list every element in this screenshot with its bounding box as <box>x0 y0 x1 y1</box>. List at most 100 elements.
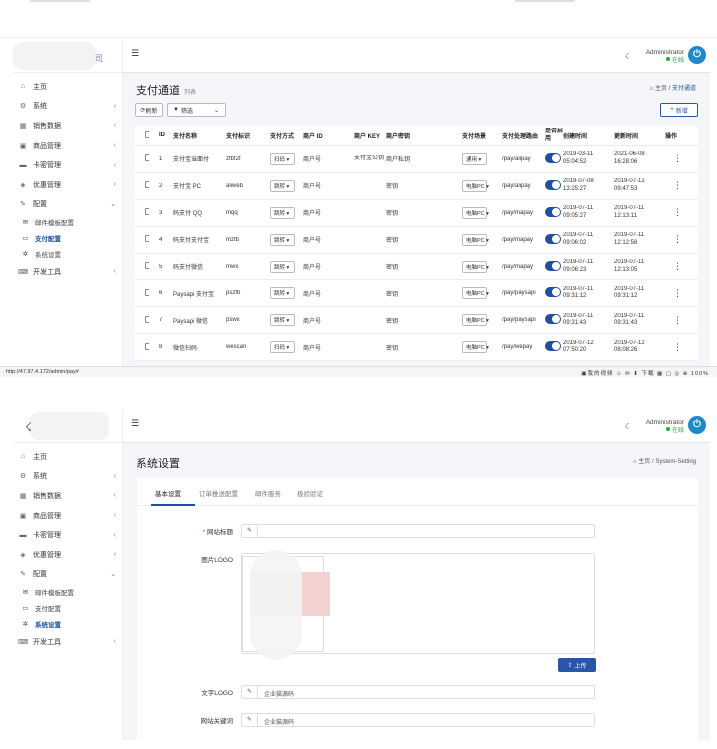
refresh-button[interactable]: ⟳ 刷新 <box>135 103 163 117</box>
row-checkbox[interactable] <box>145 181 149 189</box>
row-scene-select[interactable]: 电脑PC ▾ <box>462 314 489 327</box>
row-enabled-toggle[interactable] <box>545 341 561 352</box>
row-scene-select[interactable]: 电脑PC ▾ <box>462 233 489 246</box>
sidebar-subitem[interactable]: ✲ 系统设置 <box>13 616 122 632</box>
sidebar-item[interactable]: ◈ 优惠管理 ‹ <box>13 545 122 565</box>
row-enabled-toggle[interactable] <box>545 314 561 325</box>
column-header[interactable]: 支付处理路由 <box>502 131 545 140</box>
menu-toggle-icon[interactable]: ☰ <box>131 418 139 429</box>
row-actions-icon[interactable]: ⋮ <box>665 342 687 353</box>
row-scene-select[interactable]: 通用 ▾ <box>462 152 487 165</box>
tab-geetest[interactable]: 极验验证 <box>297 488 323 498</box>
row-enabled-toggle[interactable] <box>545 260 561 271</box>
row-checkbox[interactable] <box>145 262 149 269</box>
row-scene-select[interactable]: 电脑PC ▾ <box>462 341 489 354</box>
breadcrumb-home[interactable]: 主页 <box>638 459 650 465</box>
sidebar-item[interactable]: ▣ 商品管理 ‹ <box>13 506 122 526</box>
sidebar-item[interactable]: ◈ 优惠管理 ‹ <box>13 175 122 195</box>
sidebar-item[interactable]: ⚙ 系统 ‹ <box>13 467 122 487</box>
row-checkbox[interactable] <box>145 235 149 243</box>
row-actions-icon[interactable]: ⋮ <box>665 234 687 245</box>
sidebar-item-label: 销售数据 <box>33 492 61 500</box>
row-enabled-toggle[interactable] <box>545 287 561 298</box>
power-icon[interactable]: ⏻ <box>688 46 706 64</box>
row-method-select[interactable]: 扫码 ▾ <box>270 152 295 165</box>
row-actions-icon[interactable]: ⋮ <box>665 315 687 326</box>
dark-mode-icon[interactable]: ☾ <box>625 422 632 431</box>
user-info[interactable]: Administrator 在线 <box>646 418 684 436</box>
sidebar-item[interactable]: ⌂ 主页 <box>13 77 122 97</box>
row-checkbox[interactable] <box>145 288 149 296</box>
row-scene-select[interactable]: 电脑PC ▾ <box>462 287 489 300</box>
select-all-checkbox[interactable] <box>145 131 149 138</box>
row-checkbox[interactable] <box>145 154 149 162</box>
sidebar-subitem[interactable]: ▭ 支付配置 <box>13 600 122 616</box>
sidebar-item[interactable]: ✎ 配置 ⌄ <box>13 195 122 215</box>
sidebar-item[interactable]: ⌂ 主页 <box>13 447 122 467</box>
sidebar-item[interactable]: ▦ 销售数据 ‹ <box>13 486 122 506</box>
row-actions-icon[interactable]: ⋮ <box>665 261 687 272</box>
filter-button[interactable]: ▼ 筛选 ⌄ <box>167 103 226 117</box>
row-enabled-toggle[interactable] <box>545 152 561 163</box>
sidebar-item[interactable]: ▬ 卡密管理 ‹ <box>13 155 122 175</box>
column-header[interactable]: 是否启用 <box>545 128 563 143</box>
column-header[interactable]: 商户 KEY <box>354 131 386 140</box>
logo-upload-area[interactable] <box>241 550 595 660</box>
row-scene-select[interactable]: 电脑PC ▾ <box>462 206 489 219</box>
row-checkbox[interactable] <box>145 208 149 216</box>
row-enabled-toggle[interactable] <box>545 233 561 244</box>
sidebar-item[interactable]: ✎ 配置 ⌄ <box>13 565 122 585</box>
row-checkbox[interactable] <box>145 342 149 350</box>
row-enabled-toggle[interactable] <box>545 206 561 217</box>
row-method-select[interactable]: 跳转 ▾ <box>270 287 295 300</box>
sidebar-item[interactable]: ⚙ 系统 ‹ <box>13 97 122 117</box>
add-button[interactable]: + 新增 <box>660 103 698 117</box>
user-info[interactable]: Administrator 在线 <box>646 48 684 66</box>
sidebar-subitem[interactable]: ✲ 系统设置 <box>13 246 122 262</box>
row-method-select[interactable]: 跳转 ▾ <box>270 260 295 273</box>
sidebar-item-devtools[interactable]: ⌨ 开发工具 ‹ <box>13 632 122 652</box>
column-header[interactable]: ID <box>159 132 173 140</box>
column-header[interactable]: 支付方式 <box>270 131 303 140</box>
sidebar-subitem[interactable]: ✉ 邮件模板配置 <box>13 214 122 230</box>
sidebar-item[interactable]: ▣ 商品管理 ‹ <box>13 136 122 156</box>
row-actions-icon[interactable]: ⋮ <box>665 207 687 218</box>
column-header[interactable]: 支付标识 <box>226 131 270 140</box>
column-header[interactable]: 操作 <box>665 131 687 140</box>
tab-order-push[interactable]: 订单推送配置 <box>199 488 238 498</box>
sidebar-item[interactable]: ▦ 销售数据 ‹ <box>13 116 122 136</box>
power-icon[interactable]: ⏻ <box>688 416 706 434</box>
column-header[interactable]: 更新时间 <box>614 131 665 140</box>
text-logo-input[interactable]: ✎ 企业猫源码 <box>241 685 595 699</box>
dark-mode-icon[interactable]: ☾ <box>625 52 632 61</box>
upload-button[interactable]: ⇪ 上传 <box>558 658 596 672</box>
sidebar-item[interactable]: ▬ 卡密管理 ‹ <box>13 525 122 545</box>
row-method-select[interactable]: 跳转 ▾ <box>270 314 295 327</box>
row-method-select[interactable]: 跳转 ▾ <box>270 206 295 219</box>
row-method-select[interactable]: 跳转 ▾ <box>270 179 295 192</box>
menu-toggle-icon[interactable]: ☰ <box>131 48 139 59</box>
tab-basic[interactable]: 基本设置 <box>155 488 181 498</box>
row-method-select[interactable]: 跳转 ▾ <box>270 233 295 246</box>
column-header[interactable]: 支付名称 <box>173 131 226 140</box>
column-header[interactable]: 创建时间 <box>563 131 614 140</box>
site-title-input[interactable]: ✎ <box>241 524 595 538</box>
keywords-input[interactable]: ✎ 企业猫源码 <box>241 713 595 727</box>
tab-mail[interactable]: 邮件服务 <box>255 488 281 498</box>
column-header[interactable]: 商户 ID <box>303 131 354 140</box>
row-actions-icon[interactable]: ⋮ <box>665 153 687 164</box>
row-checkbox[interactable] <box>145 315 149 323</box>
sidebar-subitem[interactable]: ▭ 支付配置 <box>13 230 122 246</box>
filter-icon: ▼ <box>173 107 179 113</box>
column-header[interactable]: 商户密钥 <box>386 131 462 140</box>
row-scene-select[interactable]: 电脑PC ▾ <box>462 179 489 192</box>
breadcrumb-home[interactable]: 主页 <box>655 86 667 92</box>
sidebar-subitem[interactable]: ✉ 邮件模板配置 <box>13 584 122 600</box>
row-actions-icon[interactable]: ⋮ <box>665 288 687 299</box>
row-method-select[interactable]: 扫码 ▾ <box>270 341 295 354</box>
column-header[interactable]: 支付场景 <box>462 131 502 140</box>
row-enabled-toggle[interactable] <box>545 179 561 190</box>
row-actions-icon[interactable]: ⋮ <box>665 180 687 191</box>
sidebar-item-devtools[interactable]: ⌨ 开发工具 ‹ <box>13 262 122 282</box>
row-scene-select[interactable]: 电脑PC ▾ <box>462 260 489 273</box>
